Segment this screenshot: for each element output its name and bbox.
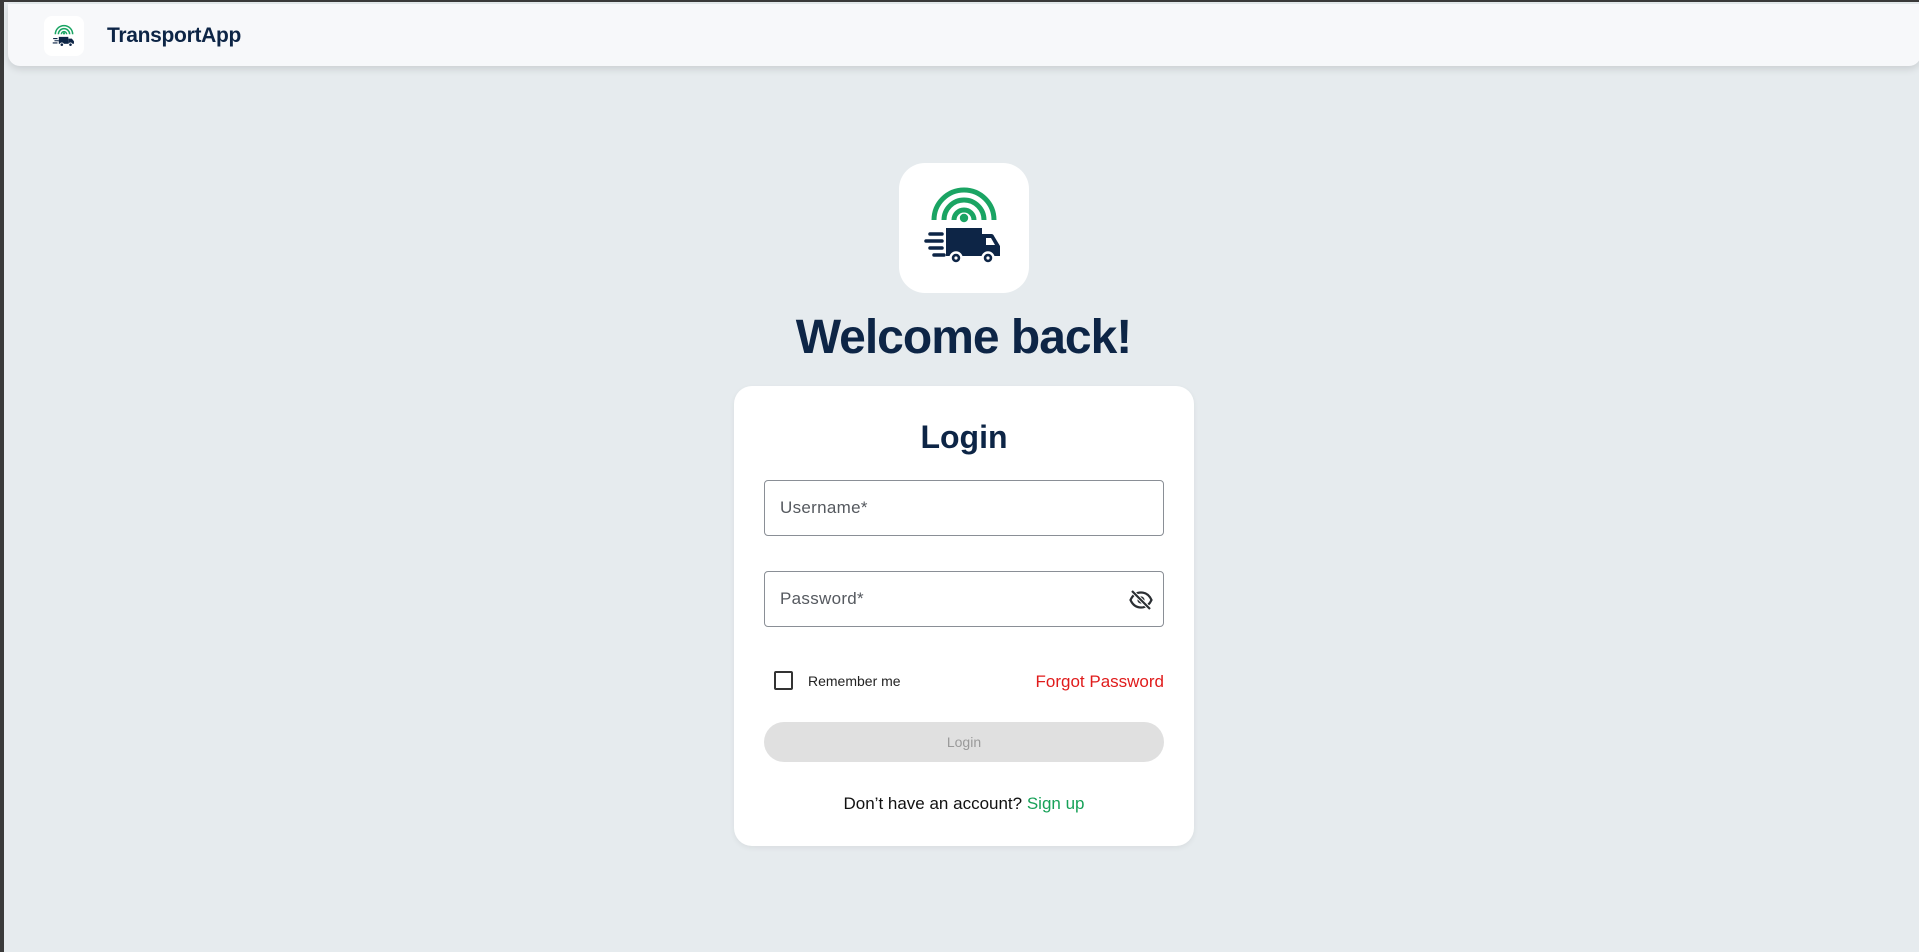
password-input[interactable] bbox=[765, 572, 1163, 626]
top-navbar: TransportApp bbox=[8, 4, 1919, 66]
remember-me-checkbox[interactable] bbox=[774, 671, 793, 690]
forgot-password-link[interactable]: Forgot Password bbox=[1036, 672, 1165, 692]
username-field[interactable] bbox=[764, 480, 1164, 536]
truck-signal-icon[interactable] bbox=[44, 16, 84, 56]
welcome-heading: Welcome back! bbox=[795, 311, 1133, 364]
app-window: TransportApp Welcome back! Login Usernam… bbox=[0, 0, 1919, 952]
login-title: Login bbox=[920, 419, 1008, 455]
app-name[interactable]: TransportApp bbox=[107, 24, 241, 48]
username-input[interactable] bbox=[765, 481, 1163, 535]
truck-signal-icon bbox=[899, 163, 1029, 293]
signup-row: Don’t have an account? Sign up bbox=[734, 794, 1194, 814]
remember-me-option[interactable]: Remember me bbox=[774, 671, 901, 690]
password-field[interactable] bbox=[764, 571, 1164, 627]
signup-link[interactable]: Sign up bbox=[1027, 794, 1085, 813]
remember-me-label[interactable]: Remember me bbox=[808, 673, 901, 689]
eye-off-icon[interactable] bbox=[1127, 586, 1155, 614]
login-button[interactable]: Login bbox=[764, 722, 1164, 762]
login-card: Login Remember me Forgot Password Login … bbox=[734, 386, 1194, 846]
signup-prompt: Don’t have an account? bbox=[843, 794, 1027, 813]
